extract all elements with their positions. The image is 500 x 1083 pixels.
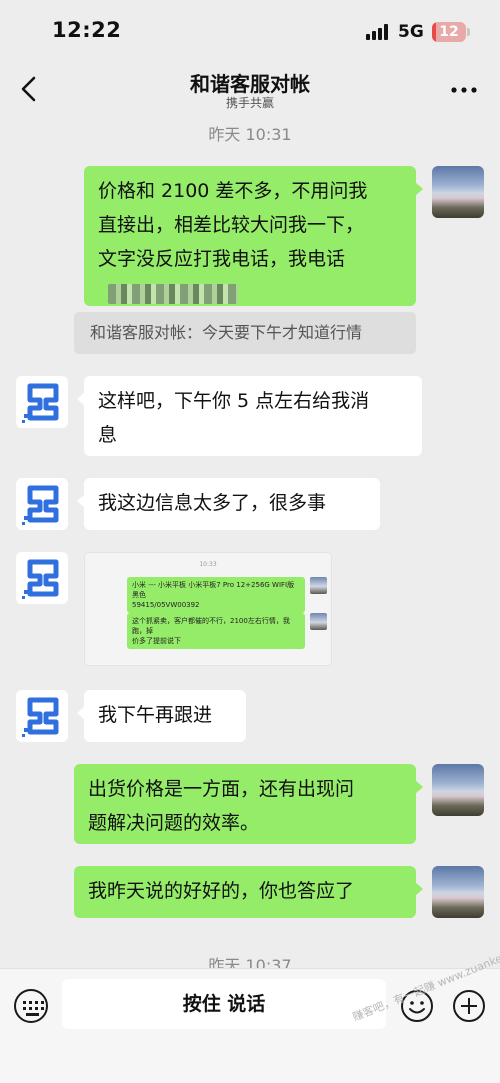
more-options-icon[interactable] — [449, 80, 479, 100]
service-logo-icon — [22, 485, 59, 525]
message-line: 价格和 2100 差不多，不用问我 — [98, 180, 368, 202]
hold-to-talk-button[interactable]: 按住 说话 — [62, 979, 386, 1029]
signal-icon — [366, 24, 390, 40]
mini-message: 这个抓紧卖，客户都催的不行，2100左右行情，我跑，掉 价多了提前说下 — [127, 613, 305, 649]
battery-tip — [467, 28, 470, 36]
service-logo-icon — [22, 383, 59, 423]
message-bubble-received[interactable]: 我这边信息太多了，很多事 — [77, 478, 380, 530]
message-bubble-sent[interactable]: 我昨天说的好好的，你也答应了 — [74, 866, 423, 918]
contact-avatar[interactable] — [16, 552, 68, 604]
message-text: 我下午再跟进 — [98, 704, 213, 726]
contact-avatar[interactable] — [16, 376, 68, 428]
my-avatar[interactable] — [432, 166, 484, 218]
chat-header: 和谐客服对帐 携手共赢 — [0, 62, 500, 120]
message-line: 息 — [98, 424, 118, 446]
status-time: 12:22 — [52, 18, 122, 42]
mini-line: 这个抓紧卖，客户都催的不行，2100左右行情，我跑，掉 — [132, 617, 290, 635]
mini-line: 小米 --- 小米平板 小米平板7 Pro 12+256G WIFI版 黑色 — [132, 581, 295, 599]
network-type: 5G — [398, 22, 424, 42]
message-line: 题解决问题的效率。 — [88, 812, 260, 834]
message-bubble-sent[interactable]: 价格和 2100 差不多，不用问我 直接出，相差比较大问我一下， 文字没反应打我… — [84, 166, 423, 306]
chat-subtitle: 携手共赢 — [225, 96, 274, 110]
message-line: 文字没反应打我电话，我电话 — [98, 248, 346, 270]
contact-avatar[interactable] — [16, 690, 68, 742]
my-avatar[interactable] — [432, 866, 484, 918]
contact-avatar[interactable] — [16, 478, 68, 530]
chat-title: 和谐客服对帐 — [190, 72, 310, 96]
shared-screenshot-image[interactable]: 10:33 小米 --- 小米平板 小米平板7 Pro 12+256G WIFI… — [84, 552, 332, 666]
mini-avatar — [310, 613, 327, 630]
message-line: 出货价格是一方面，还有出现问 — [88, 778, 355, 800]
service-logo-icon — [22, 559, 59, 599]
status-bar: 12:22 5G 12 — [0, 0, 500, 62]
message-line: 这样吧，下午你 5 点左右给我消 — [98, 390, 370, 412]
mini-line: 59415/05VW00392 — [132, 601, 200, 609]
battery-icon: 12 — [432, 22, 466, 42]
mini-line: 价多了提前说下 — [132, 637, 181, 645]
mini-message: 小米 --- 小米平板 小米平板7 Pro 12+256G WIFI版 黑色 5… — [127, 577, 305, 613]
keyboard-icon[interactable] — [14, 989, 48, 1023]
message-bubble-received[interactable]: 这样吧，下午你 5 点左右给我消 息 — [77, 376, 422, 456]
message-line: 直接出，相差比较大问我一下， — [98, 214, 365, 236]
timestamp: 昨天 10:31 — [208, 125, 292, 144]
my-avatar[interactable] — [432, 764, 484, 816]
message-text: 我这边信息太多了，很多事 — [98, 492, 327, 514]
message-bubble-sent[interactable]: 出货价格是一方面，还有出现问 题解决问题的效率。 — [74, 764, 423, 844]
quoted-message[interactable]: 和谐客服对帐：今天要下午才知道行情 — [74, 312, 416, 354]
mini-avatar — [310, 577, 327, 594]
message-text: 我昨天说的好好的，你也答应了 — [88, 880, 355, 902]
message-bubble-received[interactable]: 我下午再跟进 — [77, 690, 246, 742]
battery-level: 12 — [439, 24, 459, 40]
redacted-phone-number — [98, 276, 402, 310]
add-attachment-icon[interactable] — [452, 989, 486, 1023]
service-logo-icon — [22, 697, 59, 737]
mini-timestamp: 10:33 — [199, 561, 217, 568]
